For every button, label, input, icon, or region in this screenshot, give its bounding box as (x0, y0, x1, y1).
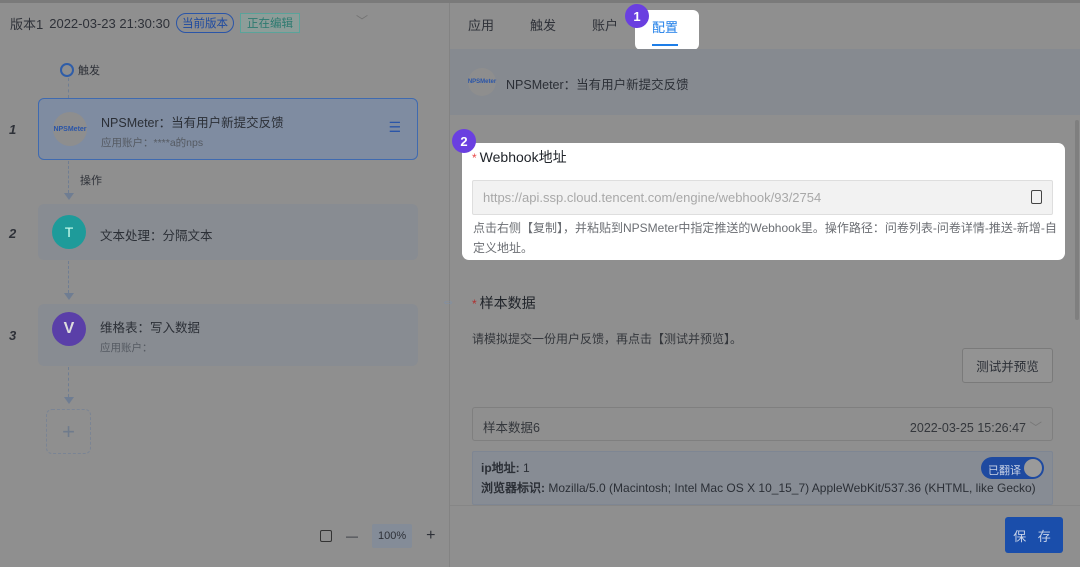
trigger-label: 触发 (78, 65, 100, 77)
step-card-text[interactable]: T 文本处理：分隔文本 (38, 204, 418, 260)
npsmeter-logo: NPSMeter (53, 112, 87, 146)
tab-config[interactable]: 配置 (652, 17, 678, 36)
webhook-url: https://api.ssp.cloud.tencent.com/engine… (483, 190, 822, 205)
arrow-down-icon (64, 293, 74, 300)
header-title: NPSMeter：当有用户新提交反馈 (506, 78, 689, 92)
step-account: 应用账户：****a的nps (101, 137, 204, 149)
connector (68, 78, 69, 98)
add-step-button[interactable]: + (46, 409, 91, 454)
step-title: 维格表：写入数据 (100, 321, 201, 335)
zoom-in-button[interactable]: + (426, 527, 435, 545)
current-version-badge: 当前版本 (175, 13, 234, 33)
step-card-vika[interactable]: V 维格表：写入数据 应用账户： (38, 304, 418, 366)
vika-logo-icon: V (52, 312, 86, 346)
operation-label: 操作 (80, 175, 102, 187)
webhook-label: * Webhook地址 (472, 149, 567, 165)
step-card-npsmeter[interactable]: NPSMeter NPSMeter：当有用户新提交反馈 应用账户：****a的n… (38, 98, 418, 160)
sample-select[interactable]: 样本数据6 2022-03-25 15:26:47 ﹀ (472, 407, 1053, 441)
menu-icon[interactable]: ☰ (388, 119, 401, 136)
step-number: 3 (9, 328, 17, 343)
webhook-url-input[interactable]: https://api.ssp.cloud.tencent.com/engine… (472, 180, 1053, 215)
step-number: 2 (9, 226, 17, 241)
translate-toggle[interactable]: 已翻译 (981, 457, 1044, 479)
tab-account[interactable]: 账户 (592, 15, 618, 34)
sample-time: 2022-03-25 15:26:47 (909, 421, 1026, 435)
toggle-knob (1024, 459, 1042, 477)
ua-value: Mozilla/5.0 (Macintosh; Intel Mac OS X 1… (548, 481, 1036, 495)
scrollbar[interactable] (1075, 120, 1079, 320)
trigger-node: 触发 (60, 62, 100, 78)
footer (450, 505, 1080, 567)
step-title: NPSMeter：当有用户新提交反馈 (101, 116, 284, 130)
zoom-out-button[interactable]: — (346, 529, 358, 543)
fit-screen-icon[interactable] (320, 530, 332, 542)
sample-desc: 请模拟提交一份用户反馈，再点击【测试并预览】。 (472, 332, 743, 346)
sample-selected: 样本数据6 (483, 421, 540, 435)
sample-label: * 样本数据 (472, 295, 536, 311)
sample-content: ip地址: 1 浏览器标识: Mozilla/5.0 (Macintosh; I… (472, 451, 1053, 505)
translate-label: 已翻译 (988, 465, 1021, 477)
zoom-controls: — 100% + (320, 524, 435, 548)
version-bar[interactable]: 版本1 2022-03-23 21:30:30 当前版本 正在编辑 (10, 13, 300, 33)
zoom-level: 100% (372, 524, 413, 548)
copy-icon[interactable] (1031, 190, 1042, 204)
chevron-down-icon[interactable]: ﹀ (356, 12, 368, 29)
sample-label-text: 样本数据 (479, 295, 536, 311)
tab-active-indicator (652, 44, 678, 46)
step-marker-1: 1 (625, 4, 649, 28)
ua-label: 浏览器标识: (481, 481, 545, 495)
webhook-label-text: Webhook地址 (479, 149, 567, 165)
chevron-down-icon: ﹀ (1029, 421, 1042, 435)
npsmeter-logo: NPSMeter (468, 68, 496, 96)
step-account: 应用账户： (100, 342, 153, 354)
ip-label: ip地址: (481, 461, 520, 475)
step-title: 文本处理：分隔文本 (100, 229, 213, 243)
webhook-hint: 点击右侧【复制】，并粘贴到NPSMeter中指定推送的Webhook里。操作路径… (473, 221, 1057, 255)
text-processing-icon: T (52, 215, 86, 249)
connector (68, 367, 69, 397)
tab-bar: 应用 触发 账户 (468, 15, 618, 34)
connector (68, 261, 69, 293)
step-number: 1 (9, 122, 17, 137)
arrow-down-icon (64, 397, 74, 404)
trigger-icon (60, 63, 74, 77)
tab-app[interactable]: 应用 (468, 15, 494, 34)
test-preview-button[interactable]: 测试并预览 (962, 348, 1053, 383)
tab-trigger[interactable]: 触发 (530, 15, 556, 34)
version-label: 版本1 (10, 16, 44, 32)
ip-value: 1 (523, 461, 530, 475)
version-datetime: 2022-03-23 21:30:30 (49, 15, 170, 31)
arrow-down-icon (64, 193, 74, 200)
save-button[interactable]: 保 存 (1005, 517, 1063, 553)
editing-badge: 正在编辑 (239, 13, 300, 33)
connector (68, 161, 69, 193)
